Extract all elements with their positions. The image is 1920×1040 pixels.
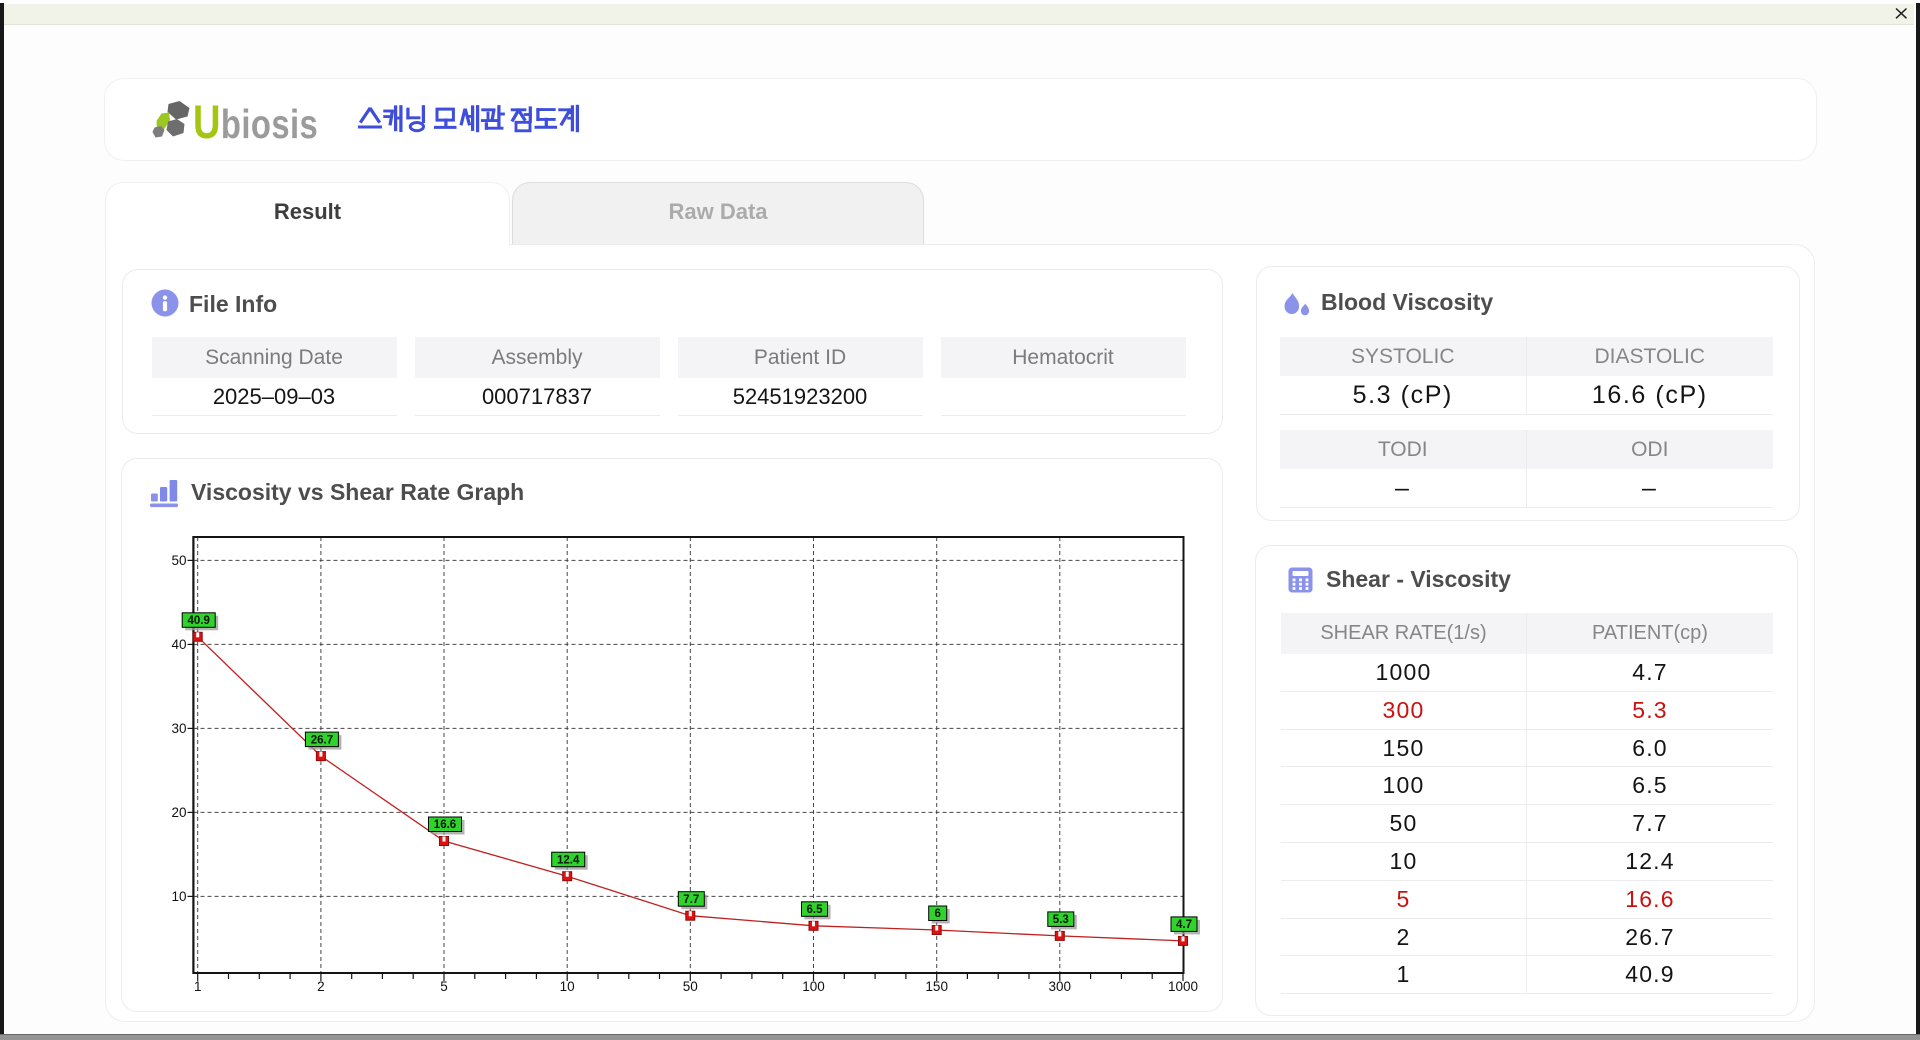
svg-text:1: 1 bbox=[194, 979, 202, 994]
svg-text:4.7: 4.7 bbox=[1176, 919, 1192, 931]
svg-text:10: 10 bbox=[171, 889, 186, 904]
svg-text:5: 5 bbox=[440, 979, 448, 994]
svg-text:100: 100 bbox=[802, 979, 825, 994]
svg-text:2: 2 bbox=[317, 979, 325, 994]
svg-text:6.5: 6.5 bbox=[807, 904, 824, 916]
svg-text:6: 6 bbox=[934, 908, 940, 920]
svg-text:50: 50 bbox=[683, 979, 698, 994]
svg-text:1000: 1000 bbox=[1168, 979, 1198, 994]
svg-text:5.3: 5.3 bbox=[1053, 914, 1069, 926]
svg-text:50: 50 bbox=[171, 553, 186, 568]
svg-text:30: 30 bbox=[171, 721, 186, 736]
svg-text:7.7: 7.7 bbox=[683, 894, 699, 906]
svg-text:40.9: 40.9 bbox=[188, 615, 210, 627]
svg-text:20: 20 bbox=[171, 805, 186, 820]
svg-text:16.6: 16.6 bbox=[434, 819, 456, 831]
svg-text:10: 10 bbox=[560, 979, 575, 994]
svg-text:150: 150 bbox=[925, 979, 948, 994]
svg-text:40: 40 bbox=[171, 637, 186, 652]
svg-text:300: 300 bbox=[1049, 979, 1072, 994]
svg-text:26.7: 26.7 bbox=[311, 734, 333, 746]
svg-text:12.4: 12.4 bbox=[557, 854, 580, 866]
